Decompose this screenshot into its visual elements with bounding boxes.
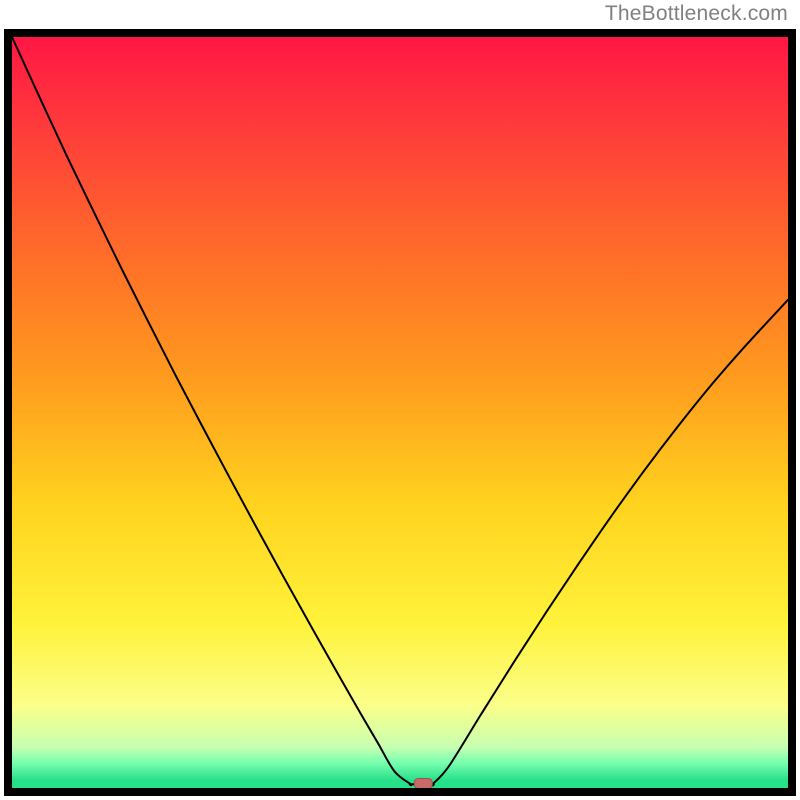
optimal-point-marker	[414, 778, 432, 788]
plot-background	[12, 37, 788, 788]
watermark-text: TheBottleneck.com	[605, 2, 788, 26]
bottleneck-chart	[0, 0, 800, 800]
chart-container: TheBottleneck.com	[0, 0, 800, 800]
